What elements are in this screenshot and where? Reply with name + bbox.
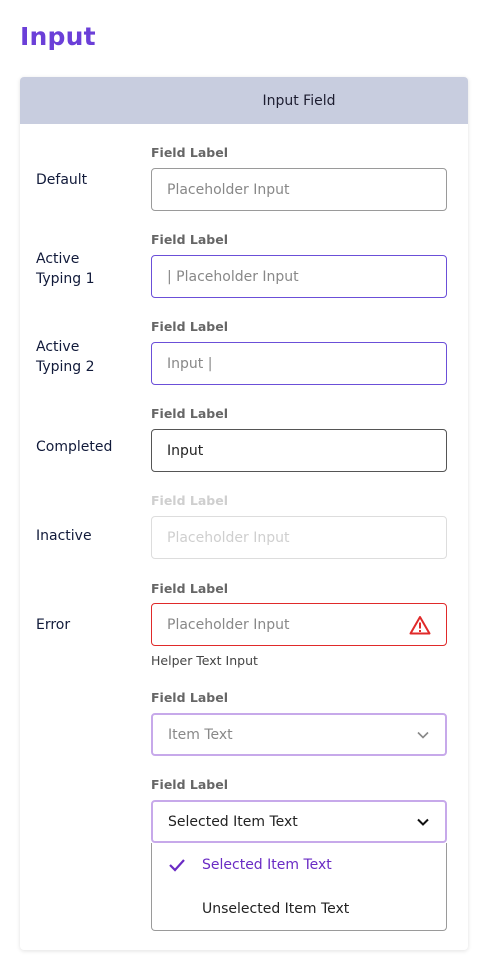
input-placeholder: Placeholder Input bbox=[167, 616, 290, 633]
input-value: Input | bbox=[167, 355, 213, 372]
active-typing-1-input[interactable]: | Placeholder Input bbox=[151, 255, 447, 298]
input-placeholder: Placeholder Input bbox=[167, 529, 290, 546]
field-label: Field Label bbox=[151, 690, 228, 705]
page-title: Input bbox=[20, 22, 96, 51]
input-placeholder: | Placeholder Input bbox=[167, 268, 299, 285]
chevron-down-icon bbox=[416, 817, 430, 827]
warning-icon bbox=[409, 615, 431, 635]
field-label: Field Label bbox=[151, 406, 228, 421]
helper-text: Helper Text Input bbox=[151, 653, 258, 668]
field-label: Field Label bbox=[151, 232, 228, 247]
input-value: Input bbox=[167, 442, 204, 459]
state-label-completed: Completed bbox=[36, 439, 113, 455]
chevron-down-icon bbox=[416, 730, 430, 740]
select-value: Selected Item Text bbox=[168, 813, 298, 830]
field-label: Field Label bbox=[151, 319, 228, 334]
select-dropdown-open[interactable]: Selected Item Text bbox=[151, 800, 447, 843]
inactive-input: Placeholder Input bbox=[151, 516, 447, 559]
dropdown-option[interactable]: Unselected Item Text bbox=[152, 887, 446, 931]
completed-input[interactable]: Input bbox=[151, 429, 447, 472]
dropdown-menu: Selected Item Text Unselected Item Text bbox=[151, 843, 447, 931]
default-input[interactable]: Placeholder Input bbox=[151, 168, 447, 211]
error-input[interactable]: Placeholder Input bbox=[151, 603, 447, 646]
input-field-card: Input Field Default Field Label Placehol… bbox=[20, 77, 468, 950]
select-dropdown[interactable]: Item Text bbox=[151, 713, 447, 756]
field-label: Field Label bbox=[151, 581, 228, 596]
active-typing-2-input[interactable]: Input | bbox=[151, 342, 447, 385]
input-placeholder: Placeholder Input bbox=[167, 181, 290, 198]
field-label: Field Label bbox=[151, 145, 228, 160]
card-header: Input Field bbox=[20, 77, 468, 124]
check-icon bbox=[152, 858, 202, 872]
option-label: Selected Item Text bbox=[202, 857, 332, 873]
select-value: Item Text bbox=[168, 726, 233, 743]
field-label: Field Label bbox=[151, 777, 228, 792]
state-label-active-typing-1: Active Typing 1 bbox=[36, 251, 95, 287]
state-label-inactive: Inactive bbox=[36, 528, 92, 544]
dropdown-option-selected[interactable]: Selected Item Text bbox=[152, 843, 446, 887]
state-label-active-typing-2: Active Typing 2 bbox=[36, 339, 95, 375]
state-label-default: Default bbox=[36, 172, 88, 188]
state-label-error: Error bbox=[36, 617, 71, 633]
field-label: Field Label bbox=[151, 493, 228, 508]
option-label: Unselected Item Text bbox=[202, 901, 350, 917]
